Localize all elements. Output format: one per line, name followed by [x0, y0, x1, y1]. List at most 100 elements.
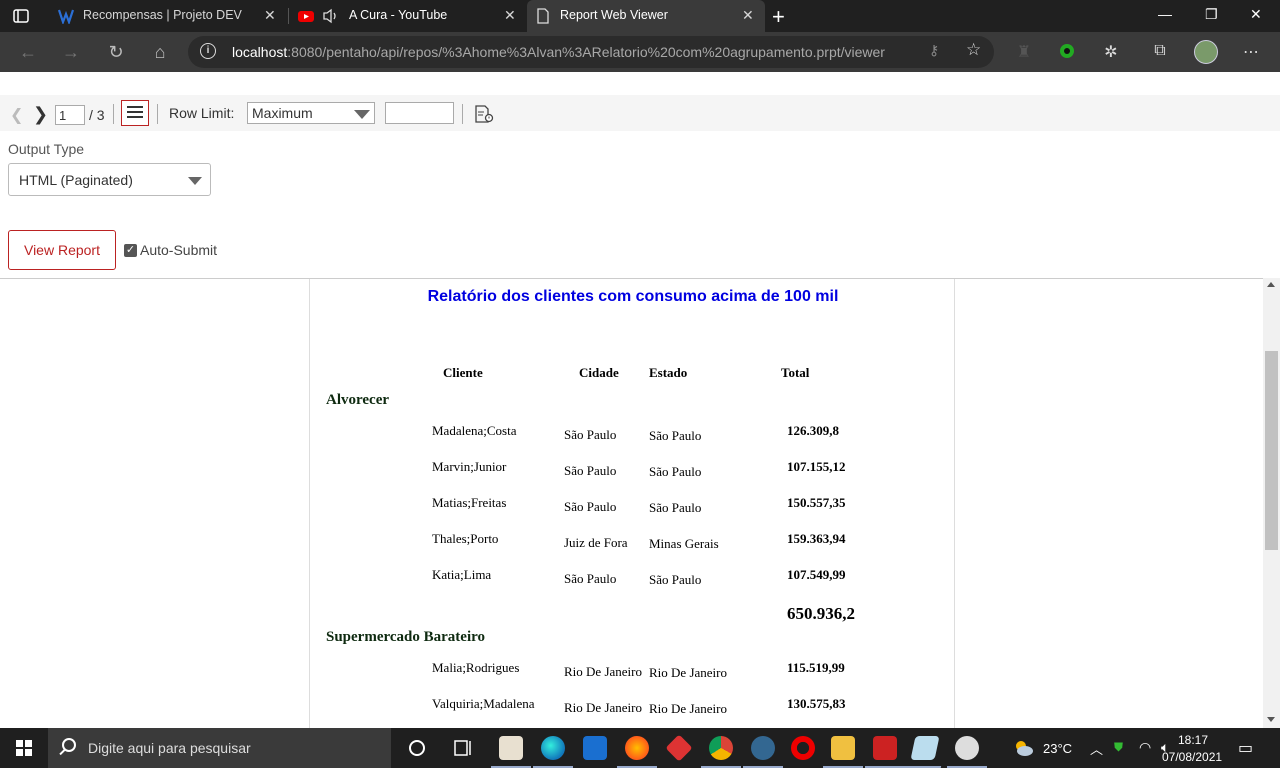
chrome-icon[interactable]: [701, 736, 741, 768]
chevron-down-icon: [188, 177, 202, 185]
chevron-up-icon[interactable]: ︿: [1090, 739, 1103, 758]
search-placeholder: Digite aqui para pesquisar: [88, 740, 251, 756]
task-view-icon[interactable]: [451, 736, 475, 760]
clock-time[interactable]: 18:17: [1178, 733, 1208, 747]
refresh-icon[interactable]: ↻: [106, 42, 126, 62]
tab-recompensas[interactable]: Recompensas | Projeto DEV ✕: [50, 0, 286, 32]
cell-cliente: Marvin;Junior: [432, 459, 507, 474]
minimize-icon[interactable]: —: [1158, 6, 1172, 22]
tab-title: A Cura - YouTube: [349, 8, 448, 22]
report-parameters-icon[interactable]: [474, 104, 494, 124]
cell-total: 107.155,12: [787, 459, 846, 474]
column-header-cliente: Cliente: [443, 365, 483, 380]
output-type-label: Output Type: [8, 141, 85, 157]
report-title: Relatório dos clientes com consumo acima…: [427, 288, 839, 305]
pdf-reader-icon[interactable]: [865, 736, 905, 768]
restore-icon[interactable]: ❐: [1205, 6, 1218, 23]
cell-cidade: São Paulo: [564, 427, 617, 442]
tab-youtube[interactable]: A Cura - YouTube ✕: [290, 0, 526, 32]
page-number-input[interactable]: [55, 105, 85, 125]
cell-cidade: Juiz de Fora: [564, 535, 628, 550]
auto-submit-label: Auto-Submit: [140, 242, 218, 258]
report-viewer-controls: ❮ ❯ / 3 Row Limit: Maximum Output Type H…: [0, 72, 1280, 278]
row-limit-select[interactable]: Maximum: [247, 102, 375, 124]
git-icon[interactable]: [665, 734, 693, 762]
cell-cliente: Valquiria;Madalena: [432, 696, 535, 711]
weather-temp: 23°C: [1043, 741, 1073, 756]
extension-icon[interactable]: ♜: [1013, 42, 1035, 62]
search-icon: [62, 738, 76, 752]
windows-start-icon[interactable]: [16, 740, 32, 756]
scroll-up-icon[interactable]: [1267, 282, 1275, 287]
close-tab-icon[interactable]: ✕: [264, 7, 276, 24]
browser-tab-strip: Recompensas | Projeto DEV ✕ A Cura - You…: [0, 0, 1280, 32]
group-header: Alvorecer: [326, 392, 390, 408]
paint-icon[interactable]: [947, 736, 987, 768]
output-type-select[interactable]: HTML (Paginated): [8, 163, 211, 196]
toolbar-divider: [462, 104, 463, 124]
toolbar-divider: [157, 104, 158, 124]
favorite-star-icon[interactable]: ☆: [966, 40, 981, 60]
firefox-icon[interactable]: [617, 736, 657, 768]
home-icon[interactable]: ⌂: [150, 42, 170, 62]
group-header: Supermercado Barateiro: [326, 629, 486, 645]
speaker-icon[interactable]: [322, 8, 338, 24]
scrollbar-thumb[interactable]: [1265, 351, 1278, 550]
green-extension-icon[interactable]: [1056, 42, 1078, 62]
chevron-down-icon: [354, 110, 370, 119]
group-total: 650.936,2: [787, 604, 855, 623]
column-header-cidade: Cidade: [579, 365, 619, 380]
tab-title: Recompensas | Projeto DEV: [83, 8, 242, 22]
mail-icon[interactable]: [583, 736, 607, 760]
page-icon: [535, 8, 551, 24]
row-limit-input[interactable]: [385, 102, 454, 124]
forward-icon[interactable]: →: [61, 42, 81, 62]
edge-browser-icon[interactable]: [533, 736, 573, 768]
report-scrollbar[interactable]: [1263, 278, 1280, 728]
notifications-icon[interactable]: ▭: [1238, 738, 1253, 758]
close-window-icon[interactable]: ✕: [1250, 6, 1262, 23]
taskbar-search[interactable]: Digite aqui para pesquisar: [48, 728, 391, 768]
cell-estado: São Paulo: [649, 428, 702, 443]
wifi-icon[interactable]: ◠: [1139, 739, 1151, 756]
youtube-icon: [298, 8, 314, 24]
tab-report-web-viewer[interactable]: Report Web Viewer ✕: [527, 0, 765, 32]
next-page-icon[interactable]: ❯: [33, 104, 48, 125]
file-explorer-icon[interactable]: [823, 736, 863, 768]
auto-submit-checkbox[interactable]: ✓: [124, 244, 137, 257]
shield-icon[interactable]: ⛊: [1114, 740, 1123, 755]
more-menu-icon[interactable]: ⋯: [1240, 42, 1262, 62]
close-tab-icon[interactable]: ✕: [504, 7, 516, 24]
new-tab-button[interactable]: +: [772, 4, 785, 30]
scroll-down-icon[interactable]: [1267, 717, 1275, 722]
site-info-icon[interactable]: i: [200, 43, 216, 59]
cell-estado: Minas Gerais: [649, 536, 719, 551]
tab-actions-icon[interactable]: [12, 7, 30, 25]
cell-cliente: Matias;Freitas: [432, 495, 507, 510]
back-icon[interactable]: ←: [18, 42, 38, 62]
cortana-icon[interactable]: [405, 736, 429, 760]
viewer-toolbar: ❮ ❯ / 3 Row Limit: Maximum: [0, 95, 1280, 131]
collections-icon[interactable]: ⧉: [1149, 42, 1171, 62]
view-report-button[interactable]: View Report: [8, 230, 116, 270]
previous-page-icon[interactable]: ❮: [10, 105, 23, 125]
notes-app-icon[interactable]: [910, 736, 940, 760]
clock-date[interactable]: 07/08/2021: [1162, 750, 1222, 764]
key-icon[interactable]: ⚷: [929, 42, 939, 59]
cell-cidade: Rio De Janeiro: [564, 664, 642, 679]
address-bar[interactable]: i localhost:8080/pentaho/api/repos/%3Aho…: [188, 36, 994, 68]
postgresql-icon[interactable]: [743, 736, 783, 768]
row-limit-value: Maximum: [252, 105, 313, 121]
weather-icon[interactable]: [1012, 738, 1034, 758]
avatar[interactable]: [1194, 40, 1218, 64]
row-limit-label: Row Limit:: [169, 105, 235, 121]
cell-total: 126.309,8: [787, 423, 839, 438]
column-header-total: Total: [781, 365, 810, 380]
java-app-icon[interactable]: [491, 736, 531, 768]
opera-icon[interactable]: [791, 736, 815, 760]
cell-total: 130.575,83: [787, 696, 846, 711]
extensions-puzzle-icon[interactable]: ✲: [1100, 42, 1122, 62]
cell-estado: Rio De Janeiro: [649, 701, 727, 716]
close-tab-icon[interactable]: ✕: [742, 7, 754, 24]
toggle-prompt-panel-button[interactable]: [121, 100, 149, 126]
